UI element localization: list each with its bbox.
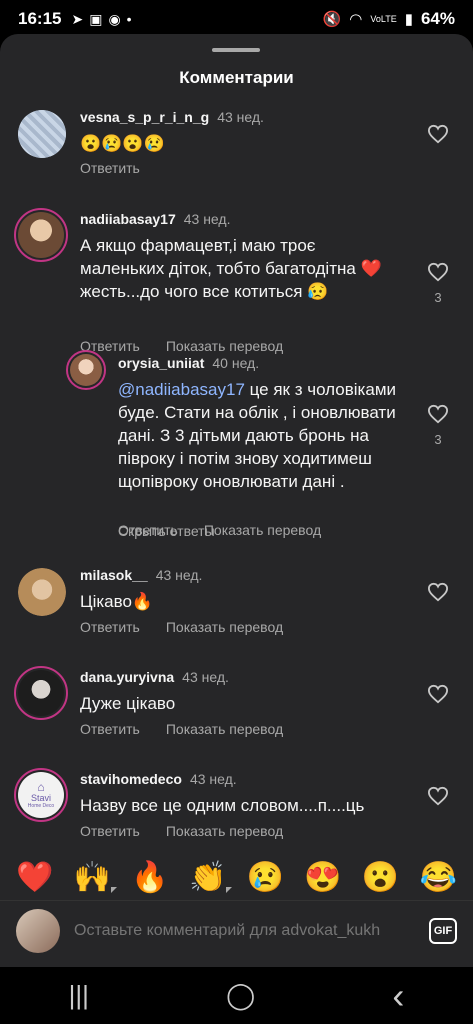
dot-icon: • — [126, 11, 132, 27]
reply-button[interactable]: Ответить — [80, 721, 140, 737]
avatar[interactable]: ⌂ Stavi Home Deco — [14, 768, 68, 822]
system-icons: 🔇 ◠ VoLTE ▮ 64% — [323, 9, 455, 29]
hide-replies-button[interactable]: Скрыть ответы — [118, 523, 215, 539]
avatar-brand-sublabel: Home Deco — [27, 803, 55, 809]
signal-icon: ▮ — [404, 11, 413, 28]
comment-text-line: дані. З 3 дітьми дають бронь на — [118, 426, 369, 445]
comment-username[interactable]: vesna_s_p_r_i_n_g — [80, 109, 209, 125]
comment-text-line: маленьких діток, тобто багатодітна ❤️ — [80, 259, 382, 278]
quick-reactions-bar: ❤️ 🙌 🔥 👏 😢 😍 😮 😂 — [0, 855, 473, 899]
avatar-brand-mark: ⌂ — [37, 780, 45, 794]
skin-tone-indicator — [111, 886, 118, 893]
comment-time: 43 нед. — [183, 211, 231, 227]
comment-text: Дуже цікаво — [80, 694, 176, 713]
comment-time: 40 нед. — [212, 355, 260, 371]
battery-percent: 64% — [420, 9, 455, 28]
mention-link[interactable]: @nadiiabasay17 — [118, 380, 245, 399]
comment-username[interactable]: stavihomedeco — [80, 771, 182, 787]
comment-time: 43 нед. — [182, 669, 229, 685]
avatar[interactable] — [14, 208, 68, 262]
recent-apps-icon[interactable]: ||| — [69, 980, 89, 1011]
heart-icon[interactable] — [427, 262, 449, 282]
status-bar: 16:15 ➤ ▣ ◉ • 🔇 ◠ VoLTE ▮ 64% — [0, 0, 473, 38]
like-count: 3 — [434, 290, 442, 305]
heart-icon[interactable] — [427, 124, 449, 144]
heart-icon[interactable] — [427, 684, 449, 704]
comment-text: Назву все це одним словом....п....ць — [80, 796, 365, 815]
comments-sheet: Комментарии vesna_s_p_r_i_n_g 43 нед. 😮😢😮… — [0, 34, 473, 967]
avatar[interactable] — [66, 350, 106, 390]
reaction-clap-button[interactable]: 👏 — [189, 860, 233, 895]
reply-button[interactable]: Ответить — [80, 160, 140, 176]
gallery-icon: ▣ — [89, 10, 103, 27]
reply-button[interactable]: Ответить — [80, 823, 140, 839]
reaction-fire-button[interactable]: 🔥 — [131, 860, 168, 895]
reaction-emoji: 🙌 — [73, 860, 112, 894]
reply-button[interactable]: Ответить — [80, 619, 140, 635]
mute-icon: 🔇 — [322, 11, 342, 28]
back-icon[interactable]: ‹ — [392, 975, 404, 1017]
avatar-brand-label: Stavi — [30, 793, 51, 803]
comment-text: Цікаво🔥 — [80, 592, 154, 611]
telegram-icon: ➤ — [71, 10, 84, 27]
comment-text-line: щопівроку оновлювати дані . — [118, 472, 345, 491]
translate-button[interactable]: Показать перевод — [166, 619, 283, 635]
heart-icon[interactable] — [427, 404, 449, 424]
gif-button[interactable]: GIF — [429, 917, 457, 944]
notification-icons: ➤ ▣ ◉ • — [71, 11, 131, 28]
avatar[interactable] — [18, 568, 66, 616]
comment-username[interactable]: dana.yuryivna — [80, 669, 174, 685]
comment-text: 😮😢😮😢 — [80, 134, 165, 153]
viber-icon: ◉ — [108, 10, 121, 27]
volte-label: VoLTE — [370, 14, 397, 24]
comment-text-line: жесть...до чого все котиться 😥 — [80, 282, 329, 301]
translate-button[interactable]: Показать перевод — [166, 721, 283, 737]
reaction-surprised-button[interactable]: 😮 — [362, 860, 399, 895]
translate-button[interactable]: Показать перевод — [166, 338, 283, 354]
my-avatar[interactable] — [16, 908, 60, 953]
reaction-raised-hands-button[interactable]: 🙌 — [73, 860, 118, 895]
translate-button[interactable]: Показать перевод — [166, 823, 283, 839]
translate-button[interactable]: Показать перевод — [204, 522, 321, 538]
comment-time: 43 нед. — [217, 109, 264, 125]
reaction-emoji: 👏 — [189, 860, 227, 894]
comment-username[interactable]: milasok__ — [80, 567, 148, 583]
sheet-grabber[interactable] — [212, 48, 260, 52]
like-count: 3 — [434, 432, 442, 447]
comment-text-line: це як з чоловіками — [244, 380, 396, 399]
heart-icon[interactable] — [427, 786, 449, 806]
comment-time: 43 нед. — [155, 567, 203, 583]
home-icon[interactable]: ◯ — [226, 980, 255, 1011]
comment-time: 43 нед. — [189, 771, 237, 787]
avatar[interactable] — [18, 110, 66, 158]
comment-text-line: буде. Стати на облік , і оновлювати — [118, 403, 396, 422]
comment-input[interactable] — [74, 921, 410, 940]
sheet-title: Комментарии — [179, 68, 294, 87]
heart-icon[interactable] — [427, 582, 449, 602]
comment-text: А якщо фармацевт,і маю троє маленьких ді… — [80, 234, 400, 303]
skin-tone-indicator — [226, 886, 233, 893]
system-navigation-bar: ||| ◯ ‹ — [0, 967, 473, 1024]
comment-text: @nadiiabasay17 це як з чоловіками буде. … — [118, 378, 418, 493]
reaction-heart-button[interactable]: ❤️ — [16, 860, 53, 895]
avatar[interactable] — [14, 666, 68, 720]
comment-text-line: півроку і потім знову ходитимеш — [118, 449, 372, 468]
status-time: 16:15 — [18, 9, 62, 28]
comment-username[interactable]: nadiiabasay17 — [80, 211, 176, 227]
comment-username[interactable]: orysia_uniiat — [118, 355, 204, 371]
comment-text-line: А якщо фармацевт,і маю троє — [80, 236, 316, 255]
wifi-icon: ◠ — [349, 11, 363, 28]
comment-composer: GIF — [0, 900, 473, 960]
reaction-heart-eyes-button[interactable]: 😍 — [304, 860, 341, 895]
reaction-laughing-button[interactable]: 😂 — [420, 860, 457, 895]
reaction-crying-button[interactable]: 😢 — [247, 860, 284, 895]
